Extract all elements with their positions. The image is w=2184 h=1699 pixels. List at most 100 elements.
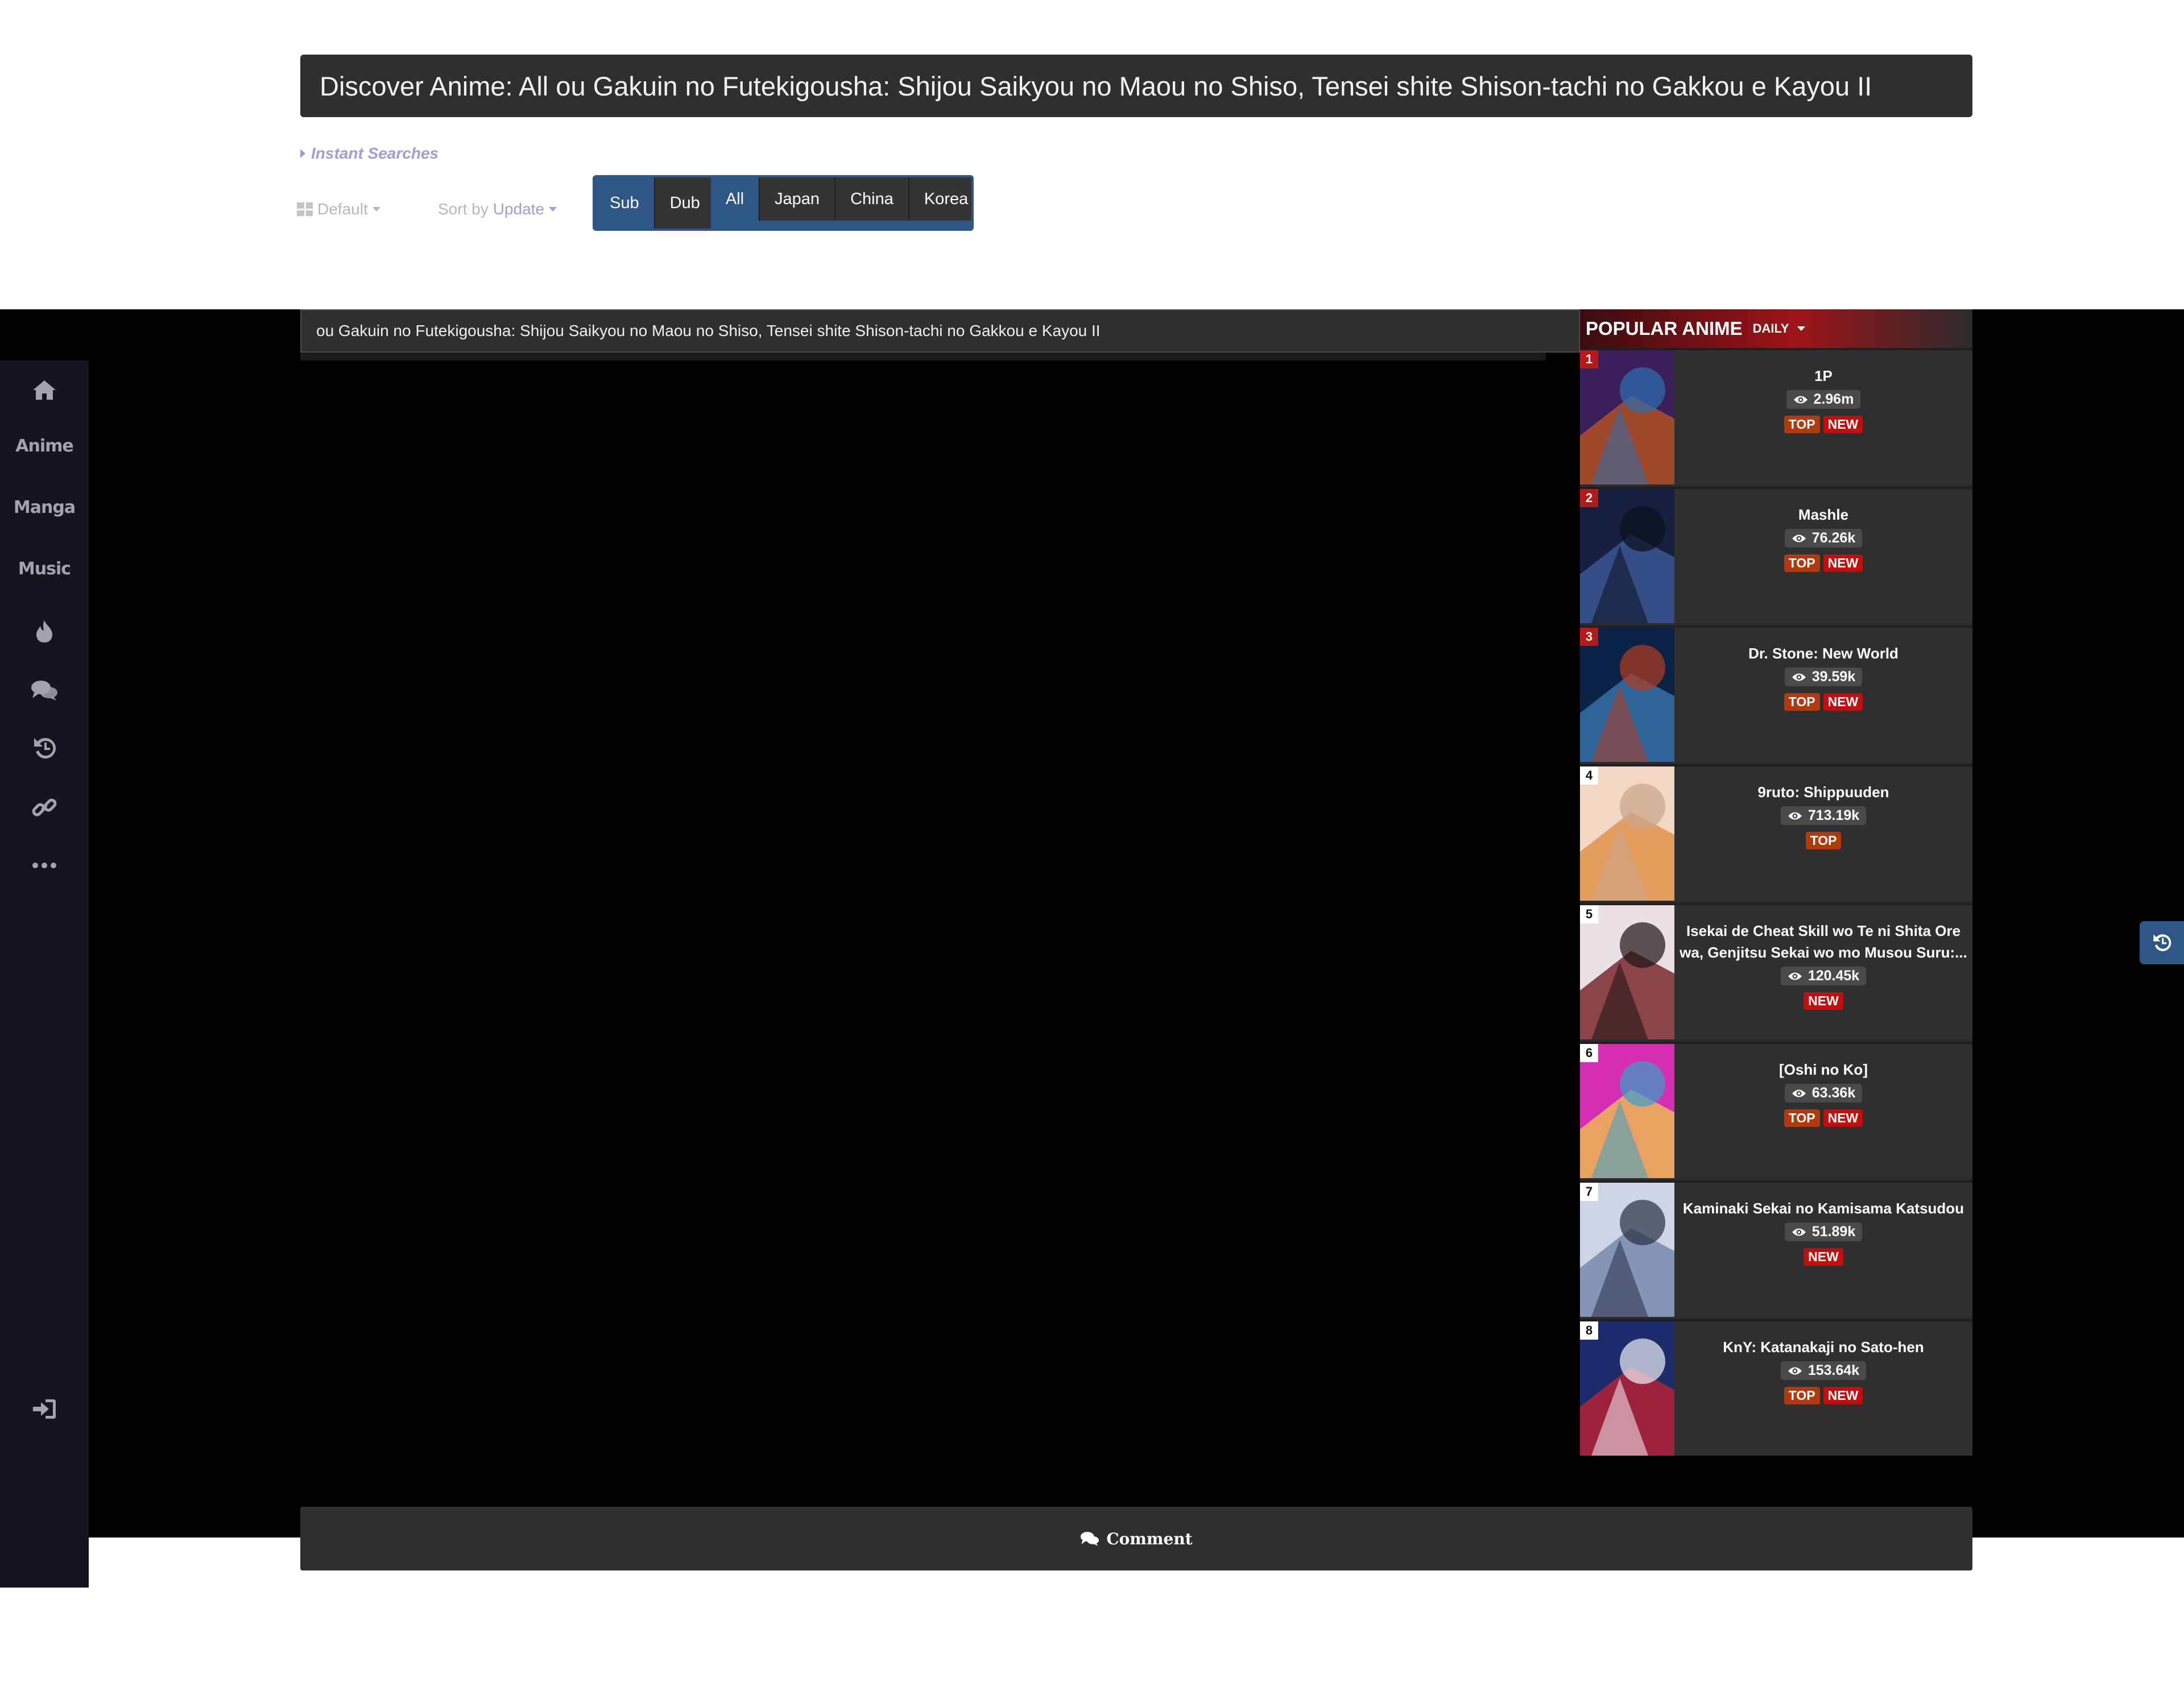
filter-sub-button[interactable]: Sub [595,177,655,229]
history-icon [2153,934,2171,951]
instant-searches-label: Instant Searches [311,144,439,162]
history-float-button[interactable] [2140,921,2184,964]
period-label: DAILY [1752,321,1789,335]
views-value: 153.64k [1807,1362,1860,1378]
period-dropdown[interactable]: DAILY [1753,321,1805,336]
comments-icon [31,681,57,701]
sidebar-item-hot[interactable] [0,614,89,648]
views-count: 63.36k [1784,1084,1863,1103]
views-value: 63.36k [1811,1085,1856,1101]
popular-anime-panel: POPULAR ANIME DAILY 1 1P 2.96m TOP NEW 2… [1580,309,1972,1456]
anime-thumbnail[interactable]: 8 [1580,1321,1674,1456]
popular-item-info: [Oshi no Ko] 63.36k TOP NEW [1674,1044,1972,1178]
sort-value: Update [493,200,544,218]
sort-dropdown[interactable]: Sort by Update [438,200,557,218]
sidebar-item-chat[interactable] [0,673,89,707]
anime-title[interactable]: 1P [1814,365,1833,387]
sidebar-item-anime[interactable]: Anime [0,429,89,463]
view-mode-dropdown[interactable]: Default [297,200,380,218]
language-filter: Sub Dub [595,177,711,229]
new-badge: NEW [1823,416,1863,433]
popular-item[interactable]: 2 Mashle 76.26k TOP NEW [1580,487,1972,623]
views-value: 120.45k [1807,968,1860,984]
eye-icon [1788,972,1802,980]
popular-item[interactable]: 3 Dr. Stone: New World 39.59k TOP NEW [1580,625,1972,762]
fire-icon [36,620,52,643]
views-value: 76.26k [1811,530,1856,546]
search-suggestions-panel [300,353,1546,360]
badges: TOP NEW [1784,554,1863,572]
badges: TOP NEW [1784,1109,1863,1127]
anime-thumbnail[interactable]: 7 [1580,1183,1674,1317]
sidebar-item-manga[interactable]: Manga [0,490,89,524]
comment-label: Comment [1106,1529,1193,1548]
anime-thumbnail[interactable]: 3 [1580,628,1674,762]
views-value: 2.96m [1813,391,1854,407]
sidebar-item-music[interactable]: Music [0,552,89,586]
new-badge: NEW [1804,992,1843,1010]
popular-item-info: Isekai de Cheat Skill wo Te ni Shita Ore… [1674,905,1972,1039]
filter-dub-button[interactable]: Dub [655,177,711,229]
rank-badge: 3 [1580,628,1598,646]
chevron-down-icon [372,207,380,212]
chevron-down-icon [1797,326,1805,331]
new-badge: NEW [1804,1248,1843,1266]
popular-item[interactable]: 7 Kaminaki Sekai no Kamisama Katsudou 51… [1580,1180,1972,1317]
anime-thumbnail[interactable]: 6 [1580,1044,1674,1178]
anime-title[interactable]: Isekai de Cheat Skill wo Te ni Shita Ore… [1678,920,1968,963]
anime-title[interactable]: Dr. Stone: New World [1748,643,1898,664]
sidebar-item-login[interactable] [0,1392,89,1426]
badges: TOP NEW [1784,693,1863,711]
rank-badge: 7 [1580,1183,1598,1201]
anime-title[interactable]: 9ruto: Shippuuden [1757,781,1889,803]
anime-title[interactable]: [Oshi no Ko] [1779,1059,1868,1080]
views-value: 39.59k [1811,669,1856,685]
sidebar-item-links[interactable] [0,790,89,824]
views-value: 713.19k [1807,807,1860,823]
sidebar-item-home[interactable] [0,373,89,407]
sign-in-icon [33,1399,56,1419]
more-icon [32,863,56,868]
comment-button[interactable]: Comment [300,1507,1972,1570]
sidebar-item-more[interactable] [0,848,89,882]
popular-item-info: 9ruto: Shippuuden 713.19k TOP [1674,766,1972,901]
instant-searches-toggle[interactable]: Instant Searches [300,144,439,163]
views-count: 76.26k [1784,529,1863,548]
filter-japan-button[interactable]: Japan [760,177,836,221]
eye-icon [1793,396,1807,403]
rank-badge: 2 [1580,489,1598,507]
search-input[interactable]: ou Gakuin no Futekigousha: Shijou Saikyo… [300,309,1580,353]
sidebar-item-history[interactable] [0,731,89,765]
filter-all-button[interactable]: All [710,177,760,221]
anime-title[interactable]: Kaminaki Sekai no Kamisama Katsudou [1683,1197,1964,1219]
badges: TOP [1805,832,1842,850]
views-count: 713.19k [1780,806,1867,825]
top-badge: TOP [1784,1109,1820,1127]
top-badge: TOP [1784,693,1820,711]
popular-item[interactable]: 1 1P 2.96m TOP NEW [1580,348,1972,484]
views-count: 51.89k [1784,1223,1863,1241]
anime-title[interactable]: KnY: Katanakaji no Sato-hen [1723,1336,1924,1358]
sort-prefix: Sort by [438,200,489,218]
filter-korea-button[interactable]: Korea [909,177,971,221]
popular-item-info: Dr. Stone: New World 39.59k TOP NEW [1674,628,1972,762]
popular-item-info: 1P 2.96m TOP NEW [1674,350,1972,484]
popular-item[interactable]: 6 [Oshi no Ko] 63.36k TOP NEW [1580,1042,1972,1178]
rank-badge: 6 [1580,1044,1598,1062]
popular-title: POPULAR ANIME [1586,318,1743,339]
rank-badge: 8 [1580,1321,1598,1340]
anime-thumbnail[interactable]: 5 [1580,905,1674,1039]
popular-item[interactable]: 8 KnY: Katanakaji no Sato-hen 153.64k TO… [1580,1319,1972,1456]
views-count: 120.45k [1780,967,1867,985]
anime-title[interactable]: Mashle [1798,504,1848,525]
eye-icon [1792,673,1806,681]
sidebar: Anime Manga Music [0,360,89,1588]
anime-thumbnail[interactable]: 2 [1580,489,1674,623]
anime-thumbnail[interactable]: 1 [1580,350,1674,484]
anime-thumbnail[interactable]: 4 [1580,766,1674,901]
popular-item[interactable]: 4 9ruto: Shippuuden 713.19k TOP [1580,764,1972,901]
popular-header: POPULAR ANIME DAILY [1580,309,1972,348]
eye-icon [1788,1367,1802,1374]
filter-china-button[interactable]: China [835,177,909,221]
popular-item[interactable]: 5 Isekai de Cheat Skill wo Te ni Shita O… [1580,903,1972,1039]
